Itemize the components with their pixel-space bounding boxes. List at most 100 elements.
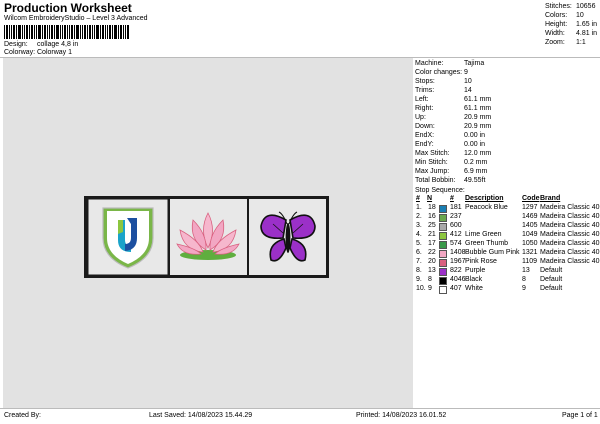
stop-row-num: 5. xyxy=(416,240,422,247)
stop-row-thread-number: 1408 xyxy=(450,249,466,256)
stop-row-thread-number: 822 xyxy=(450,267,462,274)
page-title: Production Worksheet xyxy=(4,1,132,15)
info-max-stitch-label: Max Stitch: xyxy=(415,150,450,157)
stop-row-code: 1297 xyxy=(522,204,538,211)
stop-row-description: Bubble Gum Pink xyxy=(465,249,520,256)
thread-color-swatch xyxy=(439,250,447,258)
stop-row-thread-number: 574 xyxy=(450,240,462,247)
stop-row-num: 9. xyxy=(416,276,422,283)
design-preview-canvas[interactable] xyxy=(3,58,413,408)
thread-color-swatch xyxy=(439,259,447,267)
stat-colors-label: Colors: xyxy=(545,12,568,19)
stop-row-n: 20 xyxy=(428,258,436,265)
info-color-changes-label: Color changes: xyxy=(415,69,463,76)
stat-height-label: Height: xyxy=(545,21,568,28)
info-up-label: Up: xyxy=(415,114,426,121)
stop-row-thread-number: 1967 xyxy=(450,258,466,265)
footer-printed: Printed: 14/08/2023 16.01.52 xyxy=(356,412,447,419)
design-value: collage 4,8 in xyxy=(37,41,79,48)
stop-row-thread-number: 4046 xyxy=(450,276,466,283)
stop-row-description: Lime Green xyxy=(465,231,502,238)
stop-row-num: 4. xyxy=(416,231,422,238)
col-header-thread: # xyxy=(450,195,454,202)
info-total-bobbin-label: Total Bobbin: xyxy=(415,177,456,184)
stop-row-num: 6. xyxy=(416,249,422,256)
stop-row-brand: Madeira Classic 40 xyxy=(540,213,600,220)
stop-sequence-title: Stop Sequence: xyxy=(415,187,465,194)
stop-row-brand: Default xyxy=(540,276,563,283)
stop-row-code: 1405 xyxy=(522,222,538,229)
stop-row-code: 1109 xyxy=(522,258,538,265)
stop-row-brand: Madeira Classic 40 xyxy=(540,204,600,211)
info-left-value: 61.1 mm xyxy=(464,96,492,103)
stop-row-brand: Default xyxy=(540,285,563,292)
thread-color-swatch xyxy=(439,205,447,213)
info-left-label: Left: xyxy=(415,96,429,103)
col-header-code: Code xyxy=(522,195,540,202)
info-trims-value: 14 xyxy=(464,87,472,94)
info-down-label: Down: xyxy=(415,123,435,130)
stop-row-thread-number: 407 xyxy=(450,285,462,292)
stop-row-brand: Madeira Classic 40 xyxy=(540,249,600,256)
stop-row-num: 2. xyxy=(416,213,422,220)
design-label: Design: xyxy=(4,41,28,48)
stop-row-n: 22 xyxy=(428,249,436,256)
stop-row-description: White xyxy=(465,285,483,292)
stat-colors-value: 10 xyxy=(576,12,584,19)
stat-zoom-label: Zoom: xyxy=(545,39,565,46)
col-header-num: # xyxy=(416,195,420,202)
stop-row-description: Pink Rose xyxy=(465,258,497,265)
stop-row-num: 7. xyxy=(416,258,422,265)
info-down-value: 20.9 mm xyxy=(464,123,492,130)
stat-zoom-value: 1:1 xyxy=(576,39,586,46)
stat-stitches-value: 10656 xyxy=(576,3,596,10)
info-trims-label: Trims: xyxy=(415,87,435,94)
stop-row-num: 8. xyxy=(416,267,422,274)
footer-created-by: Created By: xyxy=(4,412,41,419)
stop-row-n: 13 xyxy=(428,267,436,274)
stat-stitches-label: Stitches: xyxy=(545,3,572,10)
stop-row-thread-number: 181 xyxy=(450,204,462,211)
stop-row-code: 1049 xyxy=(522,231,538,238)
info-endx-value: 0.00 in xyxy=(464,132,486,139)
colorway-value: Colorway 1 xyxy=(37,49,73,56)
col-header-description: Description xyxy=(465,195,504,202)
stat-width-label: Width: xyxy=(545,30,565,37)
info-right-label: Right: xyxy=(415,105,434,112)
thread-color-swatch xyxy=(439,286,447,294)
stop-row-n: 21 xyxy=(428,231,436,238)
info-stops-value: 10 xyxy=(464,78,472,85)
info-endx-label: EndX: xyxy=(415,132,435,139)
embroidery-design xyxy=(84,196,329,278)
info-color-changes-value: 9 xyxy=(464,69,468,76)
stop-row-code: 1321 xyxy=(522,249,538,256)
info-right-value: 61.1 mm xyxy=(464,105,492,112)
stop-row-code: 8 xyxy=(522,276,526,283)
thread-color-swatch xyxy=(439,223,447,231)
info-max-jump-value: 6.9 mm xyxy=(464,168,488,175)
info-up-value: 20.9 mm xyxy=(464,114,492,121)
info-machine-value: Tajima xyxy=(464,60,485,67)
stop-row-description: Black xyxy=(465,276,483,283)
stop-row-description: Purple xyxy=(465,267,486,274)
stop-row-n: 16 xyxy=(428,213,436,220)
stop-row-thread-number: 237 xyxy=(450,213,462,220)
info-machine-label: Machine: xyxy=(415,60,444,67)
stat-width-value: 4.81 in xyxy=(576,30,598,37)
stop-row-num: 10. xyxy=(416,285,426,292)
stop-row-n: 17 xyxy=(428,240,436,247)
stop-row-thread-number: 412 xyxy=(450,231,462,238)
info-total-bobbin-value: 49.55ft xyxy=(464,177,486,184)
stop-row-description: Peacock Blue xyxy=(465,204,508,211)
info-endy-value: 0.00 in xyxy=(464,141,486,148)
colorway-label: Colorway: xyxy=(4,49,36,56)
stop-row-brand: Default xyxy=(540,267,563,274)
stat-height-value: 1.65 in xyxy=(576,21,598,28)
stop-row-brand: Madeira Classic 40 xyxy=(540,222,600,229)
stop-row-brand: Madeira Classic 40 xyxy=(540,231,600,238)
stop-row-num: 3. xyxy=(416,222,422,229)
col-header-brand: Brand xyxy=(540,195,561,202)
software-subtitle: Wilcom EmbroideryStudio – Level 3 Advanc… xyxy=(4,15,148,22)
machine-info-panel: Machine: Tajima Color changes: 9 Stops: 10 … xyxy=(415,58,600,348)
thread-color-swatch xyxy=(439,232,447,240)
